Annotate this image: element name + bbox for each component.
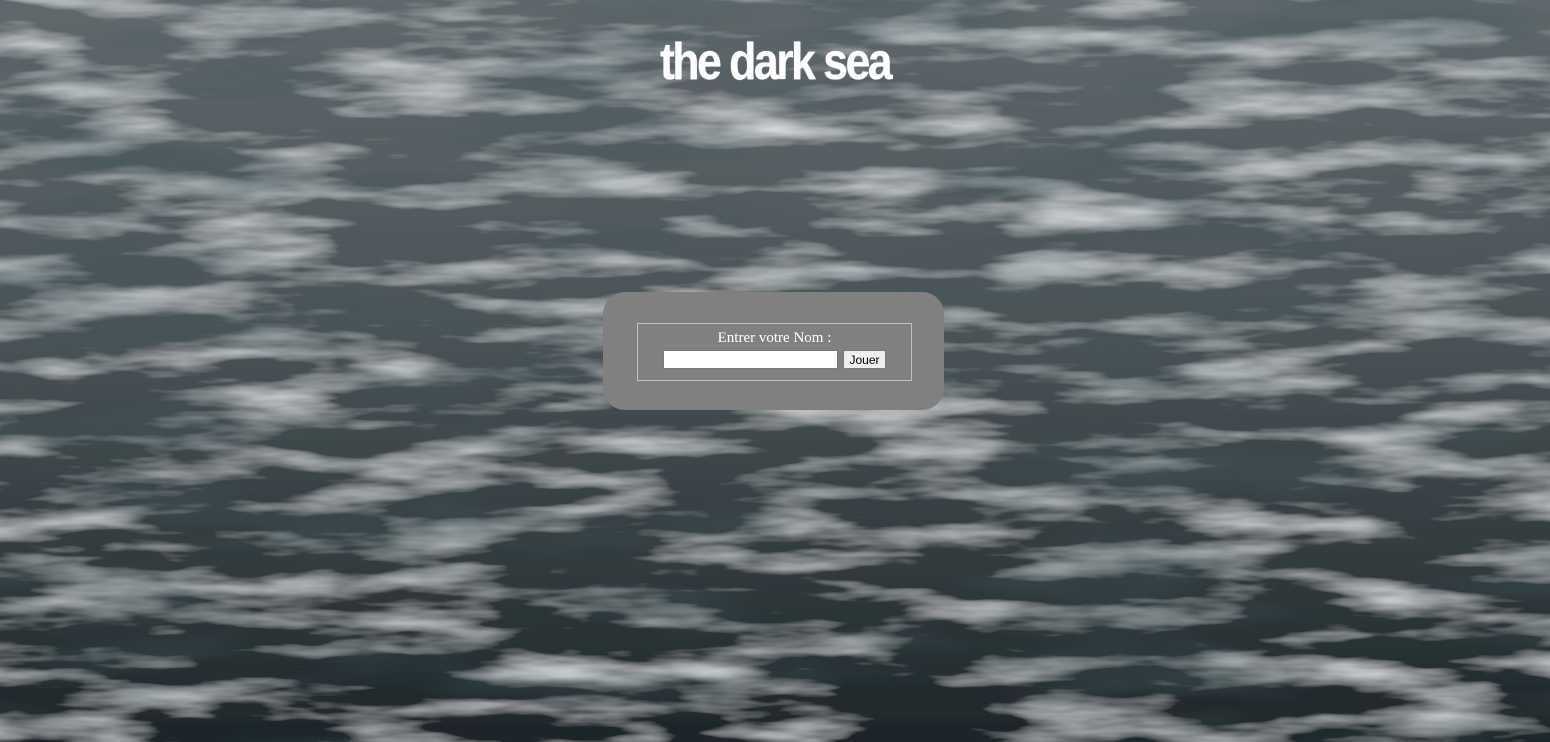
- form-row: Jouer: [638, 350, 911, 369]
- login-panel: Entrer votre Nom : Jouer: [603, 292, 944, 410]
- page-title: the dark sea: [659, 33, 893, 91]
- name-label: Entrer votre Nom :: [717, 330, 832, 346]
- name-input[interactable]: [663, 350, 839, 369]
- play-button[interactable]: Jouer: [843, 350, 886, 369]
- login-form: Entrer votre Nom : Jouer: [637, 323, 912, 381]
